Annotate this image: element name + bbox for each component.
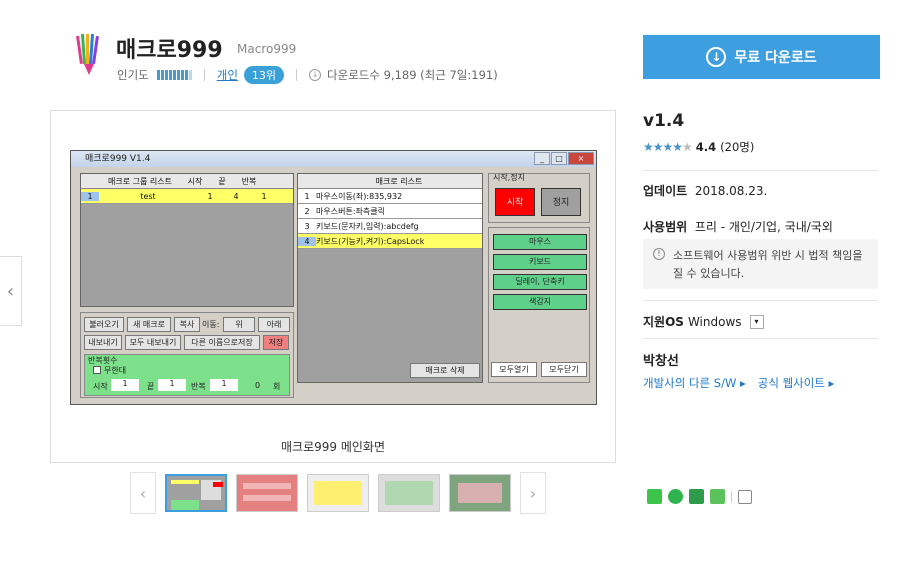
new-macro-button[interactable]: 새 매크로 <box>127 317 171 332</box>
infinite-checkbox[interactable] <box>93 366 101 374</box>
popularity-label: 인기도 <box>117 68 149 82</box>
app-window-titlebar: 매크로999 V1.4 _ □ × <box>71 151 596 167</box>
app-logo <box>76 33 102 76</box>
rank-badge: 13위 <box>243 66 285 84</box>
load-button[interactable]: 불러오기 <box>84 317 124 332</box>
share-bar <box>647 489 752 504</box>
open-all-button[interactable]: 모두열기 <box>491 362 537 377</box>
band-share-icon[interactable] <box>668 489 683 504</box>
thumbnail[interactable] <box>165 474 227 512</box>
official-website-link[interactable]: 공식 웹사이트 ▸ <box>758 375 835 391</box>
col-start: 시작 <box>187 176 203 186</box>
group-list: 매크로 그룹 리스트 시작 끝 반복 1 test 1 4 1 <box>80 173 294 307</box>
rating-value: 4.4 <box>695 140 717 154</box>
line-share-icon[interactable] <box>647 489 662 504</box>
prev-screenshot-arrow[interactable]: ‹ <box>0 256 22 326</box>
rating-row: ★★★★★ 4.4 (20명) <box>643 139 754 155</box>
start-stop-panel: 시작,정지 시작 정지 <box>488 173 590 223</box>
macro-list: 매크로 리스트 1 마우스이동(좌):835,932 2 마우스버튼:좌측클릭 3키… <box>297 173 483 383</box>
developer-name: 박창선 <box>643 354 679 369</box>
os-row: 지원OS Windows ▾ <box>643 313 764 330</box>
app-window: 매크로999 V1.4 _ □ × 매크로 그룹 리스트 시작 끝 반복 1 tes… <box>70 150 597 405</box>
delete-macro-button[interactable]: 매크로 삭제 <box>410 363 480 378</box>
start-field[interactable]: 1 <box>111 379 139 391</box>
developer-other-sw-link[interactable]: 개발사의 다른 S/W ▸ <box>643 375 746 391</box>
thumbnail[interactable] <box>378 474 440 512</box>
close-all-button[interactable]: 모두닫기 <box>541 362 587 377</box>
move-up-button[interactable]: 위 <box>223 317 255 332</box>
rating-count: (20명) <box>720 140 755 154</box>
meta-row: 인기도 개인 13위 ↓ 다운로드수 9,189 (최근 7일:191) <box>117 66 498 84</box>
table-row[interactable]: 1 test 1 4 1 <box>81 189 293 204</box>
export-all-button[interactable]: 모두 내보내기 <box>125 335 181 350</box>
page-title: 매크로999 <box>116 38 223 63</box>
list-item[interactable]: 1 마우스이동(좌):835,932 <box>298 189 482 204</box>
update-row: 업데이트 2018.08.23. <box>643 184 768 198</box>
col-group-name: 매크로 그룹 리스트 <box>108 176 172 186</box>
color-detect-button[interactable]: 색감지 <box>493 294 587 310</box>
thumb-prev-arrow[interactable]: ‹ <box>130 472 156 514</box>
close-icon[interactable]: × <box>568 152 594 165</box>
start-button[interactable]: 시작 <box>495 188 535 216</box>
thumbnail[interactable] <box>449 474 511 512</box>
end-field[interactable]: 1 <box>158 379 186 391</box>
stop-button[interactable]: 정지 <box>541 188 581 216</box>
cafe-share-icon[interactable] <box>710 489 725 504</box>
list-item[interactable]: 3 키보드(문자키,입력):abcdefg <box>298 219 482 234</box>
minimize-icon[interactable]: _ <box>534 152 550 165</box>
save-as-button[interactable]: 다른 이름으로저장 <box>184 335 260 350</box>
thumbnail[interactable] <box>236 474 298 512</box>
group-controls: 불러오기 새 매크로 복사 이동: 위 아래 내보내기 모두 내보내기 다른 이… <box>80 312 294 398</box>
download-count: 다운로드수 9,189 (최근 7일:191) <box>327 68 498 82</box>
download-icon: ↓ <box>309 69 322 81</box>
col-repeat: 반복 <box>241 176 257 186</box>
repeat-panel: 반복횟수 무한대 시작 1 끝 1 반복 1 0 회 <box>84 354 290 396</box>
export-button[interactable]: 내보내기 <box>84 335 122 350</box>
thumbnail[interactable] <box>307 474 369 512</box>
list-item[interactable]: 2 마우스버튼:좌측클릭 <box>298 204 482 219</box>
side-panel: 마우스 키보드 딜레이, 단축키 색감지 모두열기 모두닫기 <box>488 227 590 383</box>
keyboard-button[interactable]: 키보드 <box>493 254 587 270</box>
exclamation-icon: ! <box>653 248 665 260</box>
move-down-button[interactable]: 아래 <box>258 317 290 332</box>
free-download-button[interactable]: ↓ 무료 다운로드 <box>643 35 880 79</box>
thumb-next-arrow[interactable]: › <box>520 472 546 514</box>
dropdown-icon[interactable]: ▾ <box>749 314 764 329</box>
app-window-title: 매크로999 V1.4 <box>85 154 151 164</box>
popularity-bar <box>156 70 192 80</box>
list-item[interactable]: 4 키보드(기능키,켜기):CapsLock <box>298 234 482 249</box>
star-rating-icon: ★★★★★ <box>643 140 693 154</box>
repeat-field[interactable]: 1 <box>210 379 238 391</box>
download-circle-icon: ↓ <box>706 47 727 67</box>
license-warning: ! 소프트웨어 사용범위 위반 시 법적 책임을 질 수 있습니다. <box>643 239 878 289</box>
category-link[interactable]: 개인 <box>217 67 238 83</box>
col-end: 끝 <box>218 176 226 186</box>
copy-button[interactable]: 복사 <box>174 317 200 332</box>
download-button-label: 무료 다운로드 <box>734 50 817 66</box>
share-icon[interactable] <box>738 489 752 504</box>
developer-links: 개발사의 다른 S/W ▸ 공식 웹사이트 ▸ <box>643 375 834 391</box>
version: v1.4 <box>643 111 685 131</box>
thumbnail-strip: ‹ › <box>130 472 546 514</box>
scope-row: 사용범위 프리 - 개인/기업, 국내/국외 <box>643 220 833 234</box>
screenshot-caption: 매크로999 메인화면 <box>281 440 385 454</box>
delay-hotkey-button[interactable]: 딜레이, 단축키 <box>493 274 587 290</box>
blog-share-icon[interactable] <box>689 489 704 504</box>
page-subtitle: Macro999 <box>237 42 297 56</box>
mouse-button[interactable]: 마우스 <box>493 234 587 250</box>
save-button[interactable]: 저장 <box>263 335 289 350</box>
maximize-icon[interactable]: □ <box>551 152 567 165</box>
